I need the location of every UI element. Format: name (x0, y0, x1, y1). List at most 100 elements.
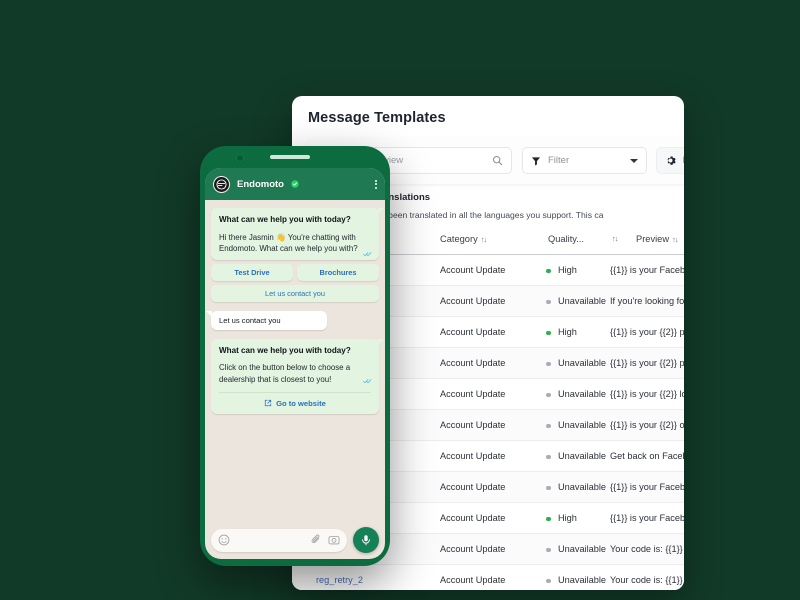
filter-dropdown[interactable]: Filter (522, 147, 647, 174)
message-bubble-outgoing: Let us contact you (206, 310, 327, 330)
quality-status-dot (546, 423, 551, 428)
whatsapp-chat-header: Endomoto (205, 168, 385, 200)
phone-speaker (270, 155, 310, 159)
cell-category: Account Update (440, 358, 506, 368)
camera-icon[interactable] (328, 534, 340, 546)
cell-category: Account Update (440, 296, 506, 306)
cell-quality: Unavailable (558, 420, 607, 430)
quality-status-dot (546, 392, 551, 397)
cell-category: Account Update (440, 420, 506, 430)
sort-icon: ↑↓ (672, 235, 678, 244)
table-row[interactable]: reg_retry_2 Account Update Unavailable Your… (292, 565, 684, 590)
quality-status-dot (546, 516, 551, 521)
cell-category: Account Update (440, 265, 506, 275)
quick-reply-row: Test Drive Brochures (211, 263, 379, 281)
brand-avatar-icon (216, 178, 227, 190)
message-title: What can we help you with today? (219, 345, 351, 355)
verified-badge-icon (291, 180, 299, 188)
cell-quality: Unavailable (558, 451, 607, 461)
screenshot-stage: Message Templates e name or preview Filt… (0, 0, 800, 600)
cell-preview: Your code is: {{1}} (610, 544, 683, 554)
cell-template-name[interactable]: reg_retry_2 (316, 575, 363, 585)
cell-preview: Your code is: {{1}} (610, 575, 683, 585)
quality-status-dot (546, 547, 551, 552)
overflow-menu-icon[interactable] (375, 179, 377, 189)
cell-preview: {{1}} is your {{2}} p (610, 358, 684, 368)
cell-category: Account Update (440, 327, 506, 337)
cell-quality: High (558, 265, 577, 275)
cell-category: Account Update (440, 544, 506, 554)
cell-preview: Get back on Faceb (610, 451, 684, 461)
cell-preview: {{1}} is your Faceb (610, 513, 684, 523)
cell-preview: {{1}} is your Faceb (610, 265, 684, 275)
quality-status-dot (546, 330, 551, 335)
sort-icon-quality[interactable]: ↑↓ (612, 234, 618, 243)
quality-status-dot (546, 361, 551, 366)
page-title: Message Templates (308, 110, 446, 126)
quality-status-dot (546, 268, 551, 273)
column-header-preview-label: Preview (636, 234, 670, 244)
chevron-down-icon (630, 158, 638, 163)
cell-preview: If you're looking fo (610, 296, 684, 306)
cell-quality: Unavailable (558, 358, 607, 368)
cell-quality: High (558, 327, 577, 337)
namespace-label: Namespace (683, 155, 684, 166)
double-check-icon (363, 379, 372, 384)
namespace-button[interactable]: Namespace (656, 147, 684, 174)
quick-reply-test-drive[interactable]: Test Drive (211, 263, 293, 281)
message-body: Click on the button below to choose a de… (219, 363, 351, 384)
cell-preview: {{1}} is your {{2}} lo (610, 389, 684, 399)
phone-screen: Endomoto What can we help you with today… (205, 168, 385, 559)
external-link-icon (264, 400, 272, 407)
quality-status-dot (546, 299, 551, 304)
emoji-icon[interactable] (218, 534, 230, 546)
search-icon (492, 155, 503, 166)
cell-category: Account Update (440, 389, 506, 399)
avatar[interactable] (213, 175, 230, 193)
quality-status-dot (546, 454, 551, 459)
phone-mockup: Endomoto What can we help you with today… (200, 146, 390, 566)
cell-quality: Unavailable (558, 544, 607, 554)
message-title: What can we help you with today? (219, 215, 351, 224)
cell-category: Account Update (440, 451, 506, 461)
message-input[interactable] (211, 528, 347, 552)
message-bubble-incoming: What can we help you with today? Hi ther… (211, 208, 384, 260)
cell-quality: Unavailable (558, 389, 607, 399)
chat-input-bar (205, 521, 385, 559)
double-check-icon (363, 252, 372, 257)
message-bubble-incoming-2: What can we help you with today? Click o… (211, 338, 384, 414)
filter-label: Filter (548, 155, 570, 166)
cell-category: Account Update (440, 575, 506, 585)
quick-reply-brochures[interactable]: Brochures (297, 263, 379, 281)
phone-camera (236, 154, 244, 162)
quick-reply-let-us-contact-you[interactable]: Let us contact you (211, 284, 379, 302)
cell-quality: High (558, 513, 577, 523)
sort-icon: ↑↓ (480, 235, 487, 244)
column-header-category[interactable]: Category ↑↓ (440, 234, 487, 244)
microphone-icon (362, 535, 370, 546)
cell-quality: Unavailable (558, 482, 607, 492)
message-text: Let us contact you (219, 315, 281, 325)
gear-icon (667, 156, 676, 165)
voice-message-button[interactable] (353, 527, 379, 553)
funnel-icon (531, 156, 541, 165)
column-header-quality[interactable]: Quality... (548, 234, 584, 244)
cell-quality: Unavailable (558, 575, 607, 585)
quality-status-dot (546, 578, 551, 583)
column-header-preview[interactable]: Preview ↑↓ (636, 234, 678, 244)
cell-quality: Unavailable (558, 296, 607, 306)
cell-preview: {{1}} is your Faceb (610, 482, 684, 492)
contact-name: Endomoto (237, 178, 284, 190)
chat-thread: What can we help you with today? Hi ther… (205, 200, 385, 521)
column-header-quality-label: Quality... (548, 234, 584, 244)
cell-category: Account Update (440, 513, 506, 523)
cell-preview: {{1}} is your {{2}} o (610, 420, 684, 430)
cell-category: Account Update (440, 482, 506, 492)
cell-preview: {{1}} is your {{2}} p (610, 327, 684, 337)
column-header-category-label: Category (440, 234, 478, 244)
paperclip-icon[interactable] (310, 534, 322, 546)
cta-go-to-website[interactable]: Go to website (219, 391, 371, 408)
message-body: Hi there Jasmin 👋 You're chatting with E… (219, 232, 358, 253)
quality-status-dot (546, 485, 551, 490)
cta-label: Go to website (276, 398, 326, 408)
